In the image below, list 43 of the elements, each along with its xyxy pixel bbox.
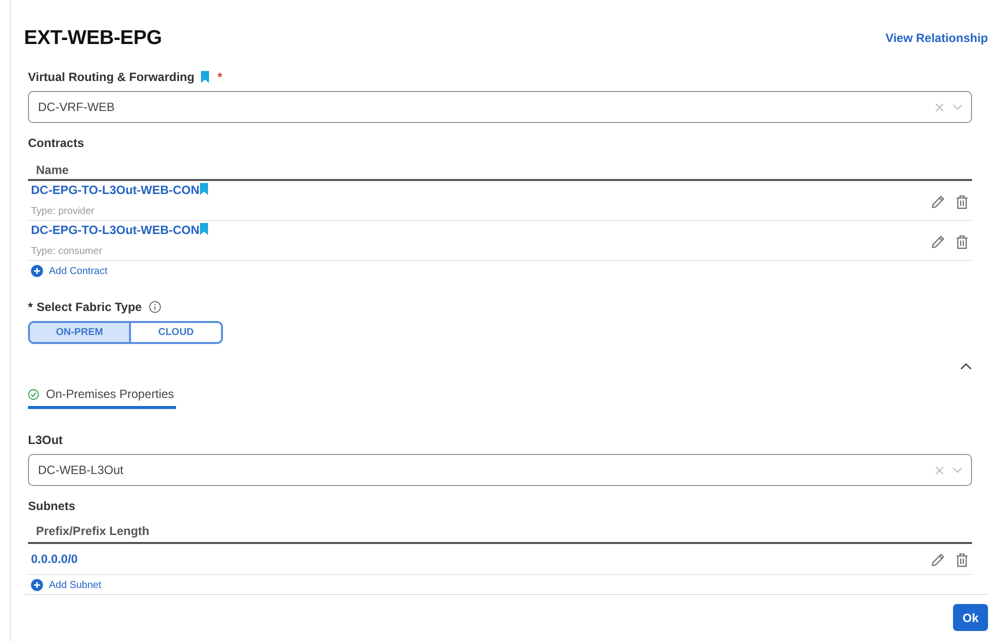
fabric-type-option[interactable]: ON-PREM: [30, 323, 129, 342]
trash-icon: [956, 234, 968, 248]
edit-button[interactable]: [931, 194, 945, 208]
add-subnet-button[interactable]: Add Subnet: [28, 577, 102, 593]
delete-button[interactable]: [956, 194, 968, 208]
field-label: Virtual Routing & Forwarding: [28, 69, 194, 85]
contract-link[interactable]: DC-EPG-TO-L3Out-WEB-CON: [31, 223, 200, 238]
bookmark-icon: [201, 71, 210, 83]
section-label: Subnets: [28, 498, 76, 514]
plus-circle-icon: [31, 265, 43, 277]
info-icon[interactable]: [148, 301, 161, 313]
column-header: Prefix/Prefix Length: [36, 523, 150, 539]
pencil-icon: [931, 553, 945, 567]
edit-button[interactable]: [931, 553, 945, 567]
delete-button[interactable]: [956, 553, 968, 567]
view-relationship-link[interactable]: View Relationship: [886, 30, 988, 46]
trash-icon: [956, 553, 968, 567]
contract-type: Type: provider: [31, 205, 94, 218]
subnet-link[interactable]: 0.0.0.0/0: [31, 552, 78, 566]
field-label: Select Fabric Type: [36, 299, 142, 315]
pencil-icon: [931, 194, 945, 208]
required-mark: *: [217, 69, 222, 85]
bookmark-icon: [200, 223, 208, 235]
plus-circle-icon: [31, 579, 43, 591]
contract-link[interactable]: DC-EPG-TO-L3Out-WEB-CON: [31, 183, 200, 198]
required-mark: *: [28, 299, 33, 315]
properties-tab[interactable]: On-Premises Properties: [28, 386, 176, 409]
contract-type: Type: consumer: [31, 245, 102, 258]
field-label: L3Out: [28, 432, 63, 448]
ok-button[interactable]: Ok: [953, 604, 988, 631]
add-contract-button[interactable]: Add Contract: [28, 262, 108, 280]
collapse-button[interactable]: [960, 362, 972, 370]
trash-icon: [956, 194, 968, 208]
edit-button[interactable]: [931, 234, 945, 248]
panel-title: EXT-WEB-EPG: [24, 26, 162, 50]
section-label: Contracts: [28, 135, 84, 151]
column-header: Name: [36, 162, 69, 178]
fabric-type-option[interactable]: CLOUD: [129, 323, 221, 342]
check-circle-icon: [28, 388, 39, 400]
chevron-up-icon: [960, 362, 972, 370]
pencil-icon: [931, 234, 945, 248]
bookmark-icon: [200, 183, 208, 195]
delete-button[interactable]: [956, 234, 968, 248]
